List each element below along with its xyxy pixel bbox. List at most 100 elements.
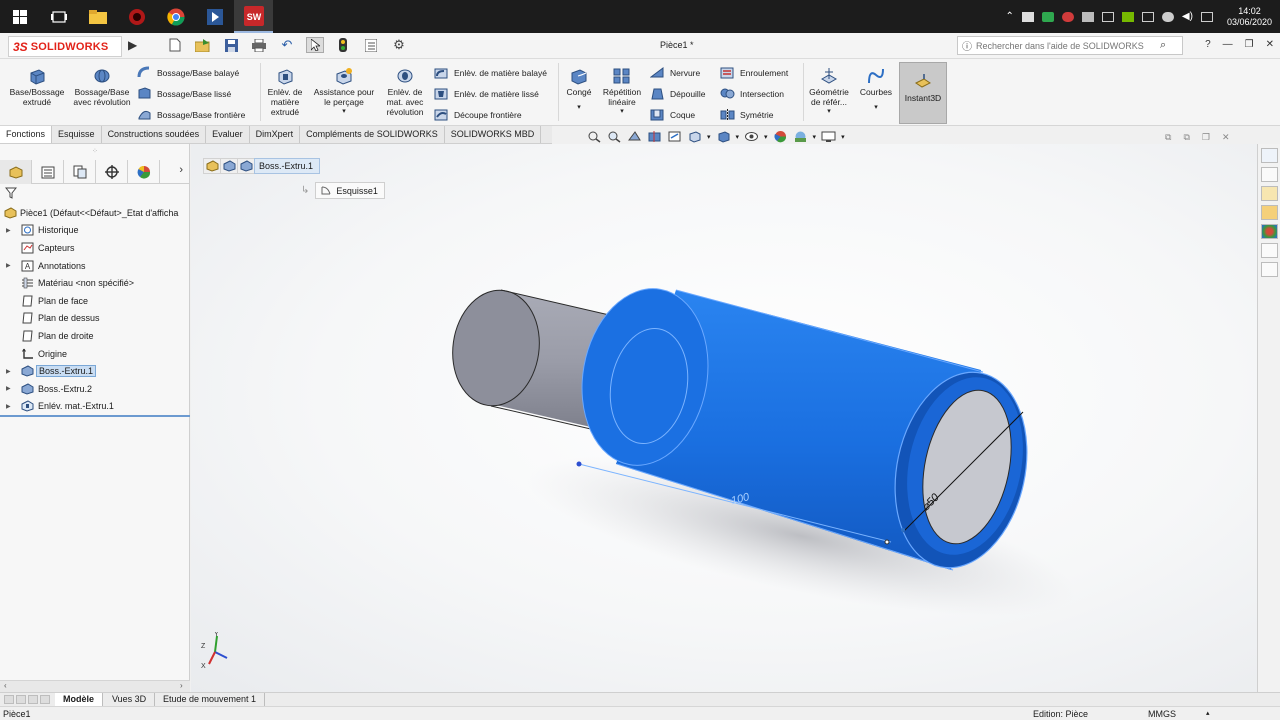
- mirror-button[interactable]: Symétrie: [720, 108, 774, 121]
- taskbar-solidworks[interactable]: SW: [234, 0, 273, 33]
- lofted-cut-button[interactable]: Enlèv. de matière lissé: [434, 87, 539, 100]
- solidworks-logo[interactable]: 3S SOLIDWORKS: [8, 36, 122, 57]
- breadcrumb-body-icon[interactable]: [220, 158, 238, 174]
- filter-icon[interactable]: [5, 187, 17, 199]
- feature-tree-horizontal-scrollbar[interactable]: ‹ ›: [0, 680, 190, 692]
- intersect-button[interactable]: Intersection: [720, 87, 784, 100]
- graphics-area[interactable]: ⌀50 100 Boss.-Extru.1 ↳ Esquisse1 Y Z X: [191, 144, 1257, 692]
- tab-vues-3d[interactable]: Vues 3D: [104, 693, 156, 706]
- tray-link-icon[interactable]: [1101, 11, 1114, 22]
- lofted-boss-button[interactable]: Bossage/Base lissé: [137, 87, 231, 100]
- minimize-icon[interactable]: —: [1223, 39, 1233, 50]
- tray-language-icon[interactable]: [1200, 11, 1213, 22]
- custom-properties-icon[interactable]: [1261, 243, 1278, 258]
- undo-icon[interactable]: ↶: [278, 37, 296, 53]
- tab-dimxpert[interactable]: DimXpert: [250, 126, 301, 143]
- 3d-model[interactable]: ⌀50 100: [191, 144, 1257, 692]
- design-library-icon[interactable]: [1261, 167, 1278, 182]
- edit-appearance-icon[interactable]: [773, 130, 788, 143]
- task-view-button[interactable]: [39, 0, 78, 33]
- tree-item-plan-de-face[interactable]: Plan de face: [0, 292, 190, 310]
- rib-button[interactable]: Nervure: [650, 66, 700, 79]
- expand-arrow-icon[interactable]: ▶: [6, 227, 11, 234]
- tree-item-materiau[interactable]: Matériau <non spécifié>: [0, 274, 190, 292]
- tray-chevron-icon[interactable]: ⌃: [1006, 11, 1014, 22]
- taskbar-app-red[interactable]: [117, 0, 156, 33]
- reference-geometry-button[interactable]: Géométrie de référ... ▾: [806, 67, 852, 117]
- tab-propertymanager[interactable]: [32, 160, 64, 184]
- tray-nvidia-icon[interactable]: [1121, 11, 1134, 22]
- tray-shield-icon[interactable]: [1041, 11, 1054, 22]
- tab-dimxpertmanager[interactable]: [96, 160, 128, 184]
- tree-item-annotations[interactable]: ▶ A Annotations: [0, 257, 190, 275]
- tab-fonctions[interactable]: Fonctions: [0, 126, 53, 143]
- display-style-dropdown-icon[interactable]: ▾: [736, 133, 740, 141]
- display-style-icon[interactable]: [716, 130, 731, 143]
- tray-cloud-icon[interactable]: [1161, 11, 1174, 22]
- solidworks-resources-icon[interactable]: [1261, 148, 1278, 163]
- scroll-left-icon[interactable]: ‹: [4, 681, 7, 690]
- status-units[interactable]: MMGS: [1148, 709, 1176, 719]
- tab-evaluer[interactable]: Evaluer: [206, 126, 250, 143]
- tab-constructions-soudees[interactable]: Constructions soudées: [102, 126, 207, 143]
- tree-item-enlev-mat-extru-1[interactable]: ▶ Enlév. mat.-Extru.1: [0, 398, 190, 416]
- menu-expand-arrow-icon[interactable]: ▶: [128, 38, 137, 52]
- swept-cut-button[interactable]: Enlèv. de matière balayé: [434, 66, 547, 79]
- tree-item-origine[interactable]: Origine: [0, 345, 190, 363]
- expand-arrow-icon[interactable]: ▶: [6, 385, 11, 392]
- zoom-to-fit-icon[interactable]: [587, 130, 602, 143]
- tab-featuremanager[interactable]: [0, 160, 32, 184]
- viewport-close-icon[interactable]: ✕: [1222, 132, 1230, 143]
- tray-keyboard-icon[interactable]: [1021, 11, 1034, 22]
- apply-scene-dropdown-icon[interactable]: ▾: [813, 133, 817, 141]
- tab-displaymanager[interactable]: [128, 160, 160, 184]
- next-tab-icon[interactable]: [28, 695, 38, 704]
- fillet-button[interactable]: Congé ▾: [562, 67, 596, 113]
- search-icon[interactable]: ⌕: [1160, 39, 1166, 52]
- tree-item-boss-extru-2[interactable]: ▶ Boss.-Extru.2: [0, 380, 190, 398]
- panel-tabs-more-icon[interactable]: ›: [179, 164, 183, 176]
- last-tab-icon[interactable]: [40, 695, 50, 704]
- file-explorer-icon[interactable]: [1261, 186, 1278, 201]
- appearances-icon[interactable]: [1261, 224, 1278, 239]
- panel-grip-icon[interactable]: ⁘: [92, 147, 98, 155]
- zoom-to-area-icon[interactable]: [607, 130, 622, 143]
- tray-display-icon[interactable]: [1141, 11, 1154, 22]
- viewport-tile-icon[interactable]: ⧉: [1165, 132, 1171, 143]
- help-menu-button[interactable]: ?: [1205, 39, 1211, 50]
- revolved-cut-button[interactable]: Enlèv. de mat. avec révolution: [382, 67, 428, 117]
- tab-etude-de-mouvement[interactable]: Etude de mouvement 1: [155, 693, 266, 706]
- breadcrumb-feature-icon[interactable]: [237, 158, 255, 174]
- curves-dropdown-icon[interactable]: ▾: [856, 103, 896, 113]
- tray-volume-icon[interactable]: ◀): [1182, 11, 1193, 22]
- tray-security-icon[interactable]: [1061, 11, 1074, 22]
- tree-item-historique[interactable]: ▶ Historique: [0, 222, 190, 240]
- linear-pattern-dropdown-icon[interactable]: ▾: [598, 107, 646, 117]
- new-document-icon[interactable]: [166, 37, 184, 53]
- swept-boss-button[interactable]: Bossage/Base balayé: [137, 66, 239, 79]
- extruded-cut-button[interactable]: Enlèv. de matière extrudé: [264, 67, 306, 117]
- length-point-start[interactable]: [576, 461, 582, 467]
- hide-show-items-icon[interactable]: [744, 130, 759, 143]
- first-tab-icon[interactable]: [4, 695, 14, 704]
- view-settings-icon[interactable]: [821, 130, 836, 143]
- curves-button[interactable]: Courbes ▾: [856, 67, 896, 113]
- tab-solidworks-mbd[interactable]: SOLIDWORKS MBD: [445, 126, 542, 143]
- prev-tab-icon[interactable]: [16, 695, 26, 704]
- draft-button[interactable]: Dépouille: [650, 87, 705, 100]
- expand-arrow-icon[interactable]: ▶: [6, 368, 11, 375]
- hide-show-dropdown-icon[interactable]: ▾: [764, 133, 768, 141]
- breadcrumb-part-icon[interactable]: [203, 158, 221, 174]
- file-properties-icon[interactable]: [362, 37, 380, 53]
- tree-item-plan-de-dessus[interactable]: Plan de dessus: [0, 310, 190, 328]
- units-dropdown-icon[interactable]: ▴: [1206, 709, 1210, 717]
- hole-wizard-dropdown-icon[interactable]: ▾: [310, 107, 378, 117]
- taskbar-clock[interactable]: 14:02 03/06/2020: [1227, 6, 1272, 28]
- extruded-boss-button[interactable]: Base/Bossage extrudé: [6, 67, 68, 107]
- revolved-boss-button[interactable]: Bossage/Base avec révolution: [72, 67, 132, 107]
- previous-view-icon[interactable]: [627, 130, 642, 143]
- solidworks-forum-icon[interactable]: [1261, 262, 1278, 277]
- hole-wizard-button[interactable]: Assistance pour le perçage ▾: [310, 67, 378, 117]
- view-orientation-icon[interactable]: [687, 130, 702, 143]
- fillet-dropdown-icon[interactable]: ▾: [562, 103, 596, 113]
